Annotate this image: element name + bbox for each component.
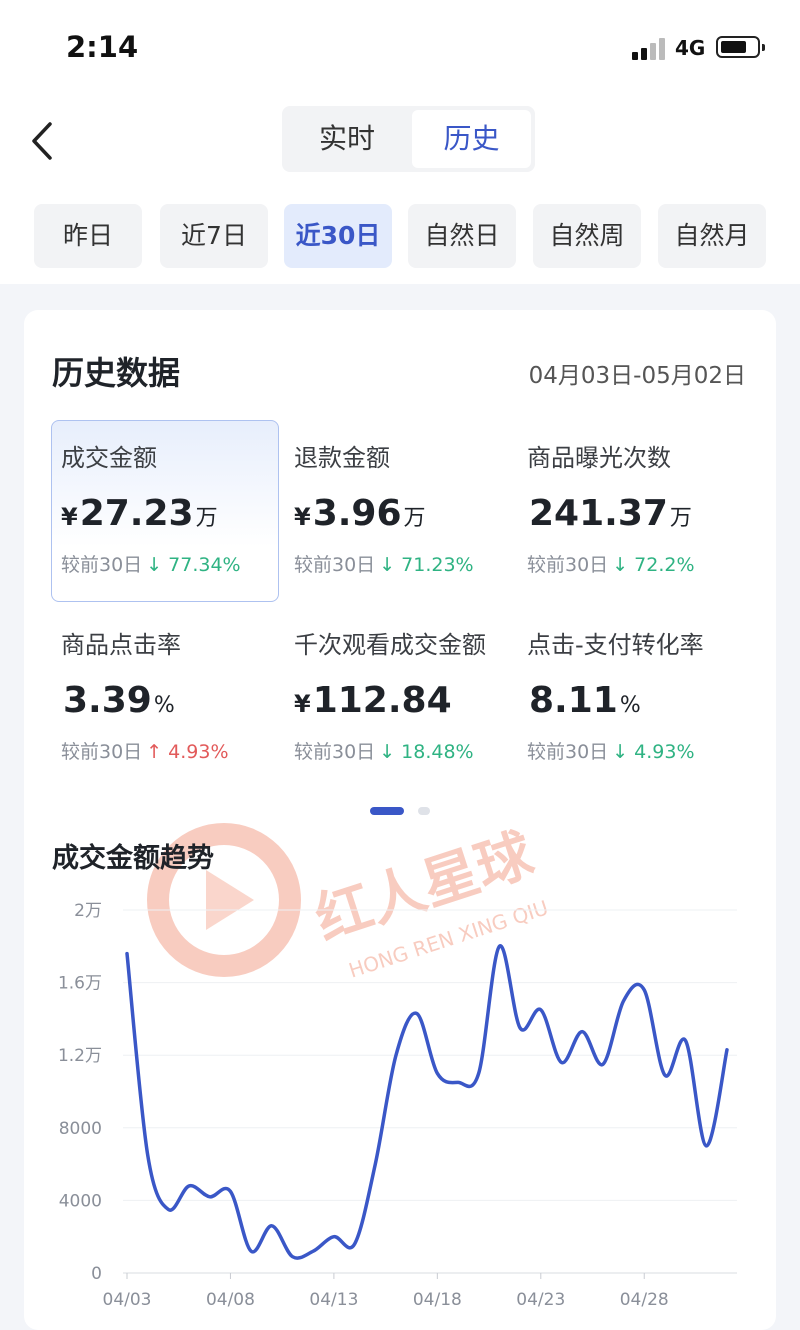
range-yesterday[interactable]: 昨日 [34,204,142,268]
range-natural-week[interactable]: 自然周 [533,204,641,268]
y-tick-label: 2万 [74,901,102,921]
header: 实时 历史 昨日 近7日 近30日 自然日 自然周 自然月 [0,96,800,284]
chevron-left-icon [26,118,62,164]
x-tick-label: 04/28 [620,1290,669,1310]
page-indicator[interactable] [370,807,432,815]
metric-label: 商品点击率 [61,625,279,660]
arrow-down-icon: ↓ [146,554,162,576]
metric-label: 点击-支付转化率 [527,625,745,660]
metric-click-rate[interactable]: 商品点击率 3.39% 较前30日↑ 4.93% [51,607,279,789]
metric-gpm[interactable]: 千次观看成交金额 ¥112.84 较前30日↓ 18.48% [284,607,512,789]
x-tick-label: 04/08 [206,1290,255,1310]
metric-compare: 较前30日↓ 18.48% [294,737,512,764]
metric-label: 退款金额 [294,438,512,473]
metric-compare: 较前30日↓ 77.34% [61,550,278,577]
page-dot-active [370,807,404,815]
arrow-down-icon: ↓ [612,554,628,576]
metric-compare: 较前30日↑ 4.93% [61,737,279,764]
date-range-label: 04月03日-05月02日 [529,356,746,390]
x-tick-label: 04/13 [309,1290,358,1310]
y-tick-label: 1.2万 [58,1046,102,1066]
y-tick-label: 0 [91,1264,102,1284]
range-natural-month[interactable]: 自然月 [658,204,766,268]
tab-realtime[interactable]: 实时 [286,110,408,168]
metric-gmv[interactable]: 成交金额 ¥27.23万 较前30日↓ 77.34% [51,420,279,602]
page-dot [418,807,430,815]
card-title: 历史数据 [52,348,180,394]
range-7-days[interactable]: 近7日 [160,204,268,268]
y-tick-label: 1.6万 [58,974,102,994]
range-natural-day[interactable]: 自然日 [408,204,516,268]
gmv-trend-chart: 0 4000 8000 1.2万 1.6万 2万 04/03 04/08 04/13 04/18 0… [24,890,776,1330]
arrow-up-icon: ↑ [146,741,162,763]
x-tick-label: 04/03 [103,1290,152,1310]
status-bar: 2:14 4G [0,0,800,96]
trend-chart-title: 成交金额趋势 [52,836,214,875]
signal-icon [632,38,668,60]
series-line [127,946,727,1258]
metric-label: 商品曝光次数 [527,438,745,473]
arrow-down-icon: ↓ [612,741,628,763]
metric-value: 8.11% [527,680,745,721]
metric-conversion-rate[interactable]: 点击-支付转化率 8.11% 较前30日↓ 4.93% [517,607,745,789]
metric-compare: 较前30日↓ 71.23% [294,550,512,577]
y-tick-label: 4000 [59,1191,102,1211]
x-tick-label: 04/18 [413,1290,462,1310]
metric-value: ¥27.23万 [61,493,278,534]
range-30-days[interactable]: 近30日 [284,204,392,268]
metric-value: 241.37万 [527,493,745,534]
network-type: 4G [675,36,705,60]
x-tick-label: 04/23 [516,1290,565,1310]
back-button[interactable] [26,118,62,164]
metric-label: 成交金额 [61,438,278,473]
tab-history[interactable]: 历史 [412,110,531,168]
metric-refund[interactable]: 退款金额 ¥3.96万 较前30日↓ 71.23% [284,420,512,602]
metric-value: 3.39% [61,680,279,721]
arrow-down-icon: ↓ [379,554,395,576]
battery-icon [716,36,760,58]
arrow-down-icon: ↓ [379,741,395,763]
metric-value: ¥3.96万 [294,493,512,534]
status-time: 2:14 [66,30,138,64]
metric-compare: 较前30日↓ 4.93% [527,737,745,764]
metric-value: ¥112.84 [294,680,512,721]
metric-label: 千次观看成交金额 [294,625,512,660]
y-tick-label: 8000 [59,1119,102,1139]
date-range-filters: 昨日 近7日 近30日 自然日 自然周 自然月 [34,204,774,268]
metric-compare: 较前30日↓ 72.2% [527,550,745,577]
history-data-card: 历史数据 04月03日-05月02日 红人星球 HONG REN XING QI… [24,310,776,1330]
metric-exposure[interactable]: 商品曝光次数 241.37万 较前30日↓ 72.2% [517,420,745,602]
view-mode-switch: 实时 历史 [282,106,535,172]
